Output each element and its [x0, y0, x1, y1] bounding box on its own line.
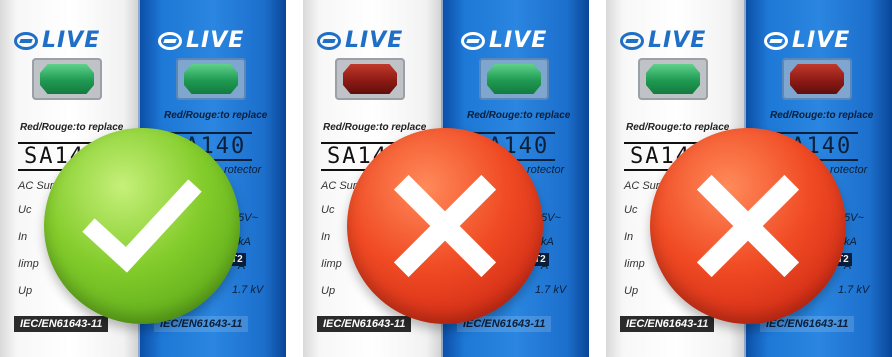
spec-value: kA	[541, 236, 554, 248]
indicator-lamp-red	[343, 64, 397, 94]
replace-note: Red/Rouge:to replace	[323, 122, 427, 133]
spec-label: Up	[624, 285, 639, 297]
standard-label: IEC/EN61643-11	[14, 316, 109, 332]
cross-badge	[347, 128, 543, 324]
logo-mark-icon	[461, 31, 485, 50]
status-indicator-window	[335, 58, 405, 100]
replace-note: Red/Rouge:to replace	[770, 110, 874, 121]
spec-label: In	[18, 231, 28, 243]
indicator-lamp-green	[487, 64, 541, 94]
cross-icon	[393, 174, 497, 278]
surge-protector-photo-3: LIVE Red/Rouge:to replace SA140 AC Sur U…	[606, 0, 892, 357]
spec-label: Up	[18, 285, 33, 297]
type-text: rotector	[830, 164, 868, 176]
type-text: rotector	[527, 164, 565, 176]
indicator-lamp-green	[40, 64, 94, 94]
spec-label: Iimp	[624, 258, 645, 270]
spec-label: In	[321, 231, 331, 243]
status-indicator-window	[782, 58, 852, 100]
logo-mark-icon	[14, 31, 38, 50]
spec-value: 5V~	[541, 212, 561, 224]
indicator-lamp-green	[646, 64, 700, 94]
type-text: AC Sur	[18, 180, 54, 192]
spec-label: Uc	[321, 204, 335, 216]
spec-value: 5V~	[844, 212, 864, 224]
status-indicator-window	[32, 58, 102, 100]
status-indicator-window	[176, 58, 246, 100]
check-badge	[44, 128, 240, 324]
spec-value: kA	[238, 236, 251, 248]
spec-value: 1.7 kV	[535, 284, 567, 296]
logo-mark-icon	[317, 31, 341, 50]
brand-logo: LIVE	[158, 28, 244, 53]
brand-logo: LIVE	[620, 28, 706, 53]
status-indicator-window	[638, 58, 708, 100]
type-text: rotector	[224, 164, 262, 176]
brand-logo: LIVE	[14, 28, 100, 53]
spec-value: 1.7 kV	[232, 284, 264, 296]
brand-logo: LIVE	[461, 28, 547, 53]
spec-value: 1.7 kV	[838, 284, 870, 296]
spec-label: Uc	[18, 204, 32, 216]
replace-note: Red/Rouge:to replace	[626, 122, 730, 133]
indicator-lamp-green	[184, 64, 238, 94]
replace-note: Red/Rouge:to replace	[164, 110, 268, 121]
status-indicator-window	[479, 58, 549, 100]
spec-label: In	[624, 231, 634, 243]
spec-value: kA	[844, 236, 857, 248]
spec-label: Iimp	[321, 258, 342, 270]
brand-logo: LIVE	[764, 28, 850, 53]
logo-mark-icon	[620, 31, 644, 50]
spec-label: Iimp	[18, 258, 39, 270]
cross-badge	[650, 128, 846, 324]
spec-label: Uc	[624, 204, 638, 216]
indicator-lamp-red	[790, 64, 844, 94]
brand-logo: LIVE	[317, 28, 403, 53]
spec-label: Up	[321, 285, 336, 297]
standard-label: IEC/EN61643-11	[620, 316, 715, 332]
type-text: AC Sur	[321, 180, 357, 192]
logo-mark-icon	[764, 31, 788, 50]
standard-label: IEC/EN61643-11	[317, 316, 412, 332]
replace-note: Red/Rouge:to replace	[467, 110, 571, 121]
check-icon	[82, 179, 202, 273]
surge-protector-photo-2: LIVE Red/Rouge:to replace SA140 AC Sur U…	[303, 0, 589, 357]
type-text: AC Sur	[624, 180, 660, 192]
replace-note: Red/Rouge:to replace	[20, 122, 124, 133]
cross-icon	[696, 174, 800, 278]
surge-protector-photo-1: LIVE Red/Rouge:to replace SA140 AC Sur U…	[0, 0, 286, 357]
spec-value: 5V~	[238, 212, 258, 224]
logo-mark-icon	[158, 31, 182, 50]
